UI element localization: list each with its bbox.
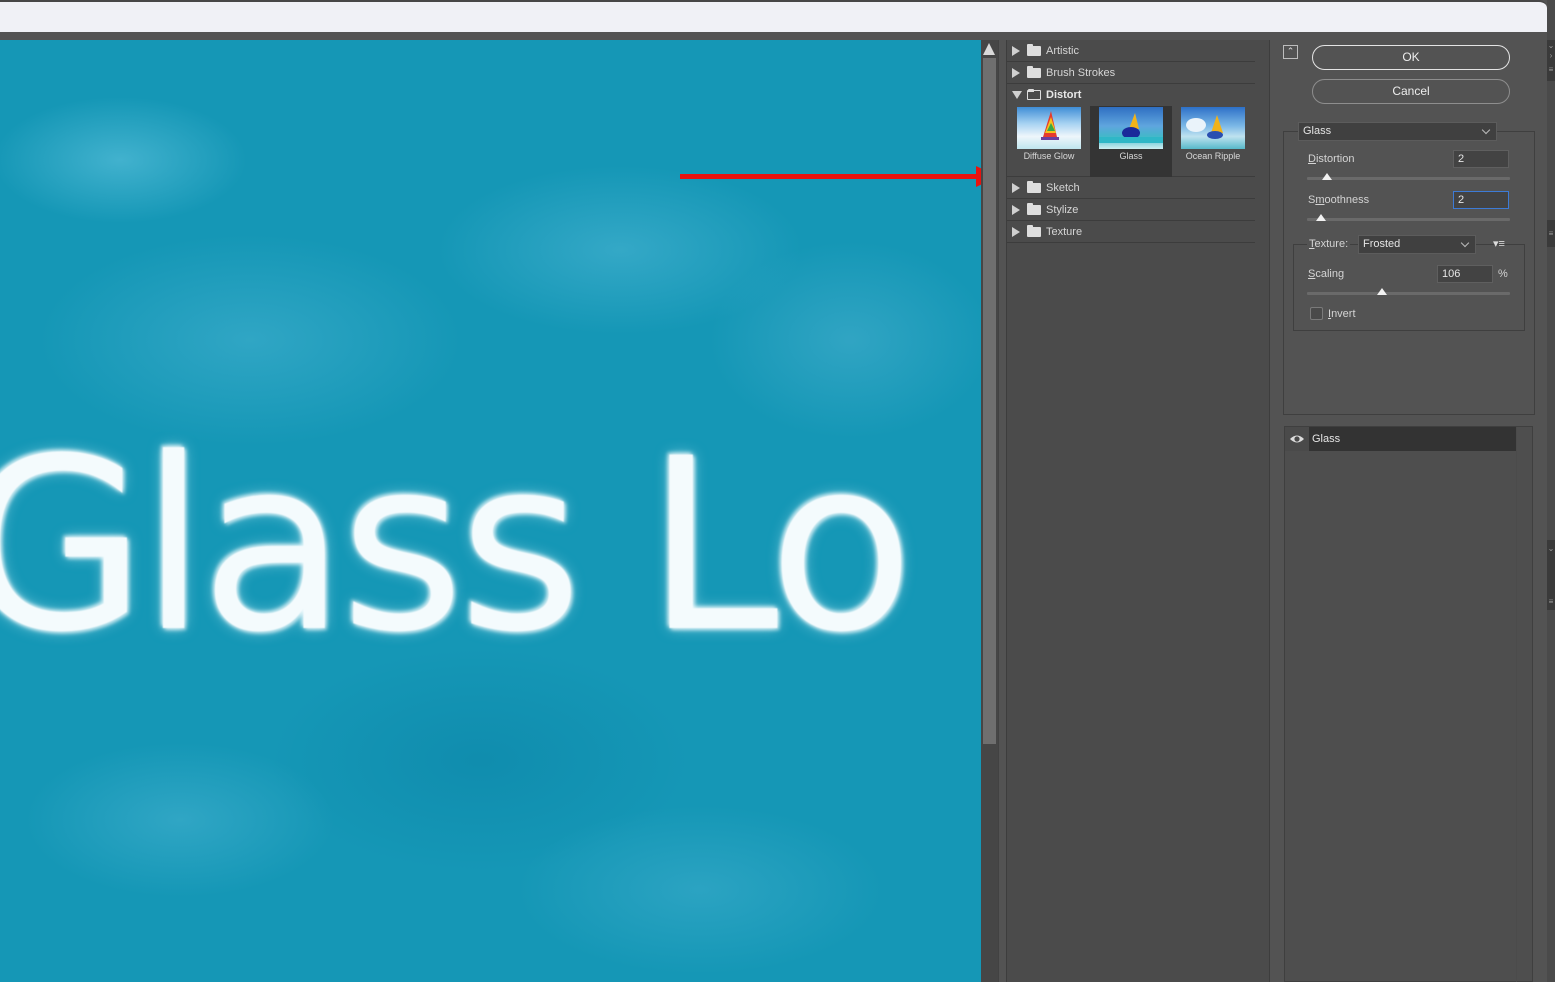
open-folder-icon <box>1027 89 1041 100</box>
category-label: Distort <box>1046 89 1082 101</box>
collapse-arrow-icon <box>1012 91 1022 99</box>
filter-thumb-diffuse-glow[interactable]: Diffuse Glow <box>1008 106 1090 177</box>
smoothness-slider[interactable] <box>1307 214 1510 221</box>
invert-label: Invert <box>1328 308 1356 320</box>
menu-icon[interactable]: ≡ <box>1547 230 1555 238</box>
category-sketch[interactable]: Sketch <box>1007 177 1255 199</box>
chevron-down-icon <box>1481 125 1491 135</box>
category-brush-strokes[interactable]: Brush Strokes <box>1007 62 1255 84</box>
slider-thumb[interactable] <box>1316 214 1327 221</box>
distort-filter-thumbnails: Diffuse Glow Glass Ocean Ripple <box>1007 106 1255 177</box>
category-label: Brush Strokes <box>1046 66 1116 79</box>
expand-arrow-icon <box>1012 182 1020 193</box>
window-title-bar <box>0 0 1547 32</box>
scrollbar-thumb[interactable] <box>983 58 996 744</box>
filter-thumb-label: Ocean Ripple <box>1185 151 1241 161</box>
double-chevron-up-icon: ⌃ <box>1286 46 1295 56</box>
filter-thumb-label: Glass <box>1119 151 1143 161</box>
distortion-slider[interactable] <box>1307 173 1510 180</box>
slider-thumb[interactable] <box>1377 288 1388 295</box>
effect-layers-list <box>1284 426 1533 982</box>
filter-thumb-glass[interactable]: Glass <box>1090 106 1172 177</box>
effect-layer-row[interactable]: Glass <box>1285 427 1516 451</box>
filter-thumb-label: Diffuse Glow <box>1023 151 1075 161</box>
diffuse-glow-preview-image <box>1017 107 1081 149</box>
eye-icon <box>1290 435 1304 443</box>
layers-divider <box>1516 427 1517 982</box>
filter-preview-canvas[interactable]: Glass Lo <box>0 40 981 982</box>
panel-splitter <box>998 40 1005 982</box>
folder-icon <box>1027 180 1041 193</box>
smoothness-input[interactable]: 2 <box>1453 191 1509 209</box>
texture-select[interactable]: Frosted <box>1358 235 1476 254</box>
slider-thumb[interactable] <box>1322 173 1333 180</box>
scroll-up-arrow-icon[interactable] <box>983 43 995 55</box>
scaling-unit: % <box>1498 268 1508 280</box>
preview-scrollbar[interactable] <box>981 40 998 982</box>
chevron-down-icon[interactable]: ⌄ <box>1547 42 1555 50</box>
title-bar-border <box>0 32 1555 40</box>
category-distort[interactable]: Distort <box>1007 84 1255 106</box>
visibility-toggle[interactable] <box>1285 427 1309 451</box>
glass-preview-image <box>1099 107 1163 149</box>
chevron-down-icon[interactable]: ⌄ <box>1547 545 1555 553</box>
filter-select[interactable]: Glass <box>1298 122 1497 141</box>
cancel-button[interactable]: Cancel <box>1312 79 1510 104</box>
distortion-input[interactable]: 2 <box>1453 150 1509 168</box>
filter-select-value: Glass <box>1303 125 1332 137</box>
chevron-down-icon <box>1460 238 1470 248</box>
ok-button[interactable]: OK <box>1312 45 1510 70</box>
category-artistic[interactable]: Artistic <box>1007 40 1255 62</box>
scaling-input[interactable]: 106 <box>1437 265 1493 283</box>
red-arrow-annotation <box>680 166 981 187</box>
distortion-label: Distortion <box>1308 153 1355 165</box>
invert-checkbox[interactable] <box>1310 307 1323 320</box>
expand-arrow-icon <box>1012 204 1020 215</box>
collapse-gallery-button[interactable]: ⌃ <box>1283 45 1298 59</box>
texture-select-value: Frosted <box>1363 238 1401 250</box>
scaling-label: Scaling <box>1308 268 1345 280</box>
filter-gallery: Artistic Brush Strokes Distort Diffuse G… <box>1006 40 1270 982</box>
folder-icon <box>1027 65 1041 78</box>
ocean-ripple-preview-image <box>1181 107 1245 149</box>
folder-icon <box>1027 202 1041 215</box>
menu-icon[interactable]: ≡ <box>1547 598 1555 606</box>
expand-arrow-icon <box>1012 45 1020 56</box>
folder-icon <box>1027 43 1041 56</box>
menu-icon[interactable]: ≡ <box>1547 66 1555 74</box>
texture-label: Texture: <box>1307 238 1351 250</box>
expand-arrow-icon <box>1012 67 1020 78</box>
category-label: Stylize <box>1046 203 1079 216</box>
texture-menu-icon[interactable]: ▾≡ <box>1493 237 1505 250</box>
smoothness-label: Smoothness <box>1308 194 1370 206</box>
effect-layer-name: Glass <box>1309 427 1516 451</box>
category-label: Texture <box>1046 225 1083 238</box>
chevron-right-icon[interactable]: › <box>1547 52 1555 60</box>
expand-arrow-icon <box>1012 226 1020 237</box>
category-stylize[interactable]: Stylize <box>1007 199 1255 221</box>
filter-thumb-ocean-ripple[interactable]: Ocean Ripple <box>1172 106 1254 177</box>
category-label: Artistic <box>1046 44 1079 57</box>
category-label: Sketch <box>1046 181 1080 194</box>
folder-icon <box>1027 224 1041 237</box>
scaling-slider[interactable] <box>1307 288 1510 295</box>
right-panel-edge: ⌄ › ≡ ≡ ⌄ ≡ <box>1547 0 1555 982</box>
preview-image-text: Glass Lo <box>0 408 914 685</box>
category-texture[interactable]: Texture <box>1007 221 1255 243</box>
